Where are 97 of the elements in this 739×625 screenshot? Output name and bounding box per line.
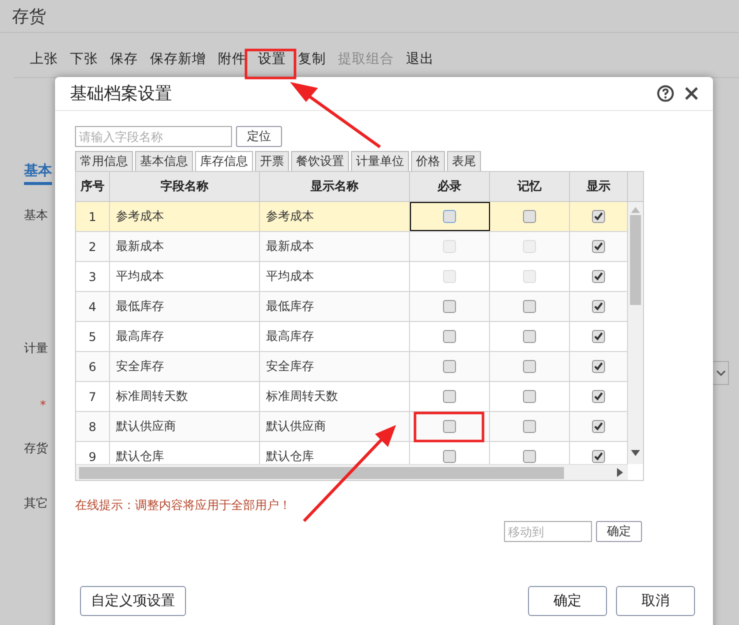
confirm-move-button[interactable]: 确定 <box>596 521 642 542</box>
table-row[interactable]: 1 参考成本 参考成本 <box>76 202 628 232</box>
ok-button[interactable]: 确定 <box>528 586 607 616</box>
toolbar-button[interactable]: 退出 <box>406 50 434 77</box>
form-label: 存货 <box>24 440 48 457</box>
column-header: 记忆 <box>490 172 570 201</box>
tab[interactable]: 库存信息 <box>195 151 253 171</box>
checkbox[interactable] <box>523 450 536 463</box>
checkbox[interactable] <box>592 210 605 223</box>
table-cell: 最低库存 <box>260 292 410 321</box>
column-header: 必录 <box>410 172 490 201</box>
table-cell: 5 <box>76 322 110 351</box>
table-cell: 平均成本 <box>110 262 260 291</box>
checkbox[interactable] <box>523 360 536 373</box>
toolbar-button[interactable]: 设置 <box>258 50 286 77</box>
tab[interactable]: 餐饮设置 <box>291 151 349 171</box>
table-cell: 平均成本 <box>260 262 410 291</box>
table-row[interactable]: 4 最低库存 最低库存 <box>76 292 628 322</box>
checkbox[interactable] <box>443 390 456 403</box>
table-cell: 参考成本 <box>110 202 260 231</box>
cancel-button[interactable]: 取消 <box>616 586 695 616</box>
checkbox[interactable] <box>592 390 605 403</box>
table-cell: 6 <box>76 352 110 381</box>
toolbar-button[interactable]: 附件 <box>218 50 246 77</box>
checkbox[interactable] <box>443 300 456 313</box>
search-field[interactable]: 请输入字段名称 <box>75 126 232 147</box>
checkbox[interactable] <box>443 210 456 223</box>
table-row[interactable]: 7 标准周转天数 标准周转天数 <box>76 382 628 412</box>
form-label: 基本 <box>24 207 48 224</box>
table-row[interactable]: 8 默认供应商 默认供应商 <box>76 412 628 442</box>
table-cell: 最高库存 <box>260 322 410 351</box>
column-header: 序号 <box>76 172 110 201</box>
form-label: 其它 <box>24 495 48 512</box>
table-cell: 标准周转天数 <box>110 382 260 411</box>
highlight-box <box>244 48 296 80</box>
table-cell: 最新成本 <box>260 232 410 261</box>
checkbox[interactable] <box>523 210 536 223</box>
custom-items-button[interactable]: 自定义项设置 <box>80 586 186 616</box>
page-title: 存货 <box>12 6 46 28</box>
toolbar-button[interactable]: 上张 <box>30 50 58 77</box>
checkbox[interactable] <box>443 420 456 433</box>
table-cell: 1 <box>76 202 110 231</box>
required-mark: * <box>40 398 46 412</box>
table-cell: 7 <box>76 382 110 411</box>
checkbox[interactable] <box>523 330 536 343</box>
checkbox[interactable] <box>592 300 605 313</box>
table-cell: 最高库存 <box>110 322 260 351</box>
column-header: 显示 <box>570 172 628 201</box>
checkbox[interactable] <box>592 360 605 373</box>
toolbar-button[interactable]: 下张 <box>70 50 98 77</box>
table-cell: 最新成本 <box>110 232 260 261</box>
scroll-down-icon[interactable] <box>631 450 640 456</box>
table-row[interactable]: 5 最高库存 最高库存 <box>76 322 628 352</box>
tab[interactable]: 表尾 <box>447 151 481 171</box>
move-to-field[interactable]: 移动到 <box>504 521 592 542</box>
locate-button[interactable]: 定位 <box>236 126 282 147</box>
checkbox[interactable] <box>592 420 605 433</box>
table-cell: 8 <box>76 412 110 441</box>
column-header: 显示名称 <box>260 172 410 201</box>
toolbar-button[interactable]: 保存新增 <box>150 50 206 77</box>
checkbox[interactable] <box>523 420 536 433</box>
checkbox[interactable] <box>443 330 456 343</box>
table-cell: 默认供应商 <box>110 412 260 441</box>
dialog-title: 基础档案设置 <box>70 83 172 105</box>
table-cell: 安全库存 <box>260 352 410 381</box>
table-cell: 4 <box>76 292 110 321</box>
checkbox[interactable] <box>443 450 456 463</box>
table-cell: 标准周转天数 <box>260 382 410 411</box>
highlight-box <box>414 412 484 442</box>
hint-text: 在线提示：调整内容将应用于全部用户！ <box>75 497 292 514</box>
toolbar-button[interactable]: 复制 <box>298 50 326 77</box>
help-icon[interactable] <box>657 85 674 102</box>
table-cell: 参考成本 <box>260 202 410 231</box>
scroll-up-icon[interactable] <box>631 207 640 213</box>
close-icon[interactable] <box>684 86 699 101</box>
tab[interactable]: 价格 <box>411 151 445 171</box>
checkbox[interactable] <box>592 450 605 463</box>
table-cell: 最低库存 <box>110 292 260 321</box>
table-cell: 2 <box>76 232 110 261</box>
form-label: 计量 <box>24 340 48 357</box>
checkbox[interactable] <box>523 390 536 403</box>
chevron-down-icon <box>716 370 726 376</box>
toolbar-button[interactable]: 保存 <box>110 50 138 77</box>
checkbox[interactable] <box>443 360 456 373</box>
tab[interactable]: 基本信息 <box>135 151 193 171</box>
table-row[interactable]: 6 安全库存 安全库存 <box>76 352 628 382</box>
scroll-right-icon[interactable] <box>617 468 623 477</box>
table-cell: 安全库存 <box>110 352 260 381</box>
tab[interactable]: 计量单位 <box>351 151 409 171</box>
tab[interactable]: 常用信息 <box>75 151 133 171</box>
column-header: 字段名称 <box>110 172 260 201</box>
tab[interactable]: 开票 <box>255 151 289 171</box>
checkbox[interactable] <box>592 330 605 343</box>
table-cell: 3 <box>76 262 110 291</box>
horizontal-scrollbar[interactable] <box>76 464 628 480</box>
vertical-scrollbar[interactable] <box>628 202 643 464</box>
checkbox[interactable] <box>523 300 536 313</box>
